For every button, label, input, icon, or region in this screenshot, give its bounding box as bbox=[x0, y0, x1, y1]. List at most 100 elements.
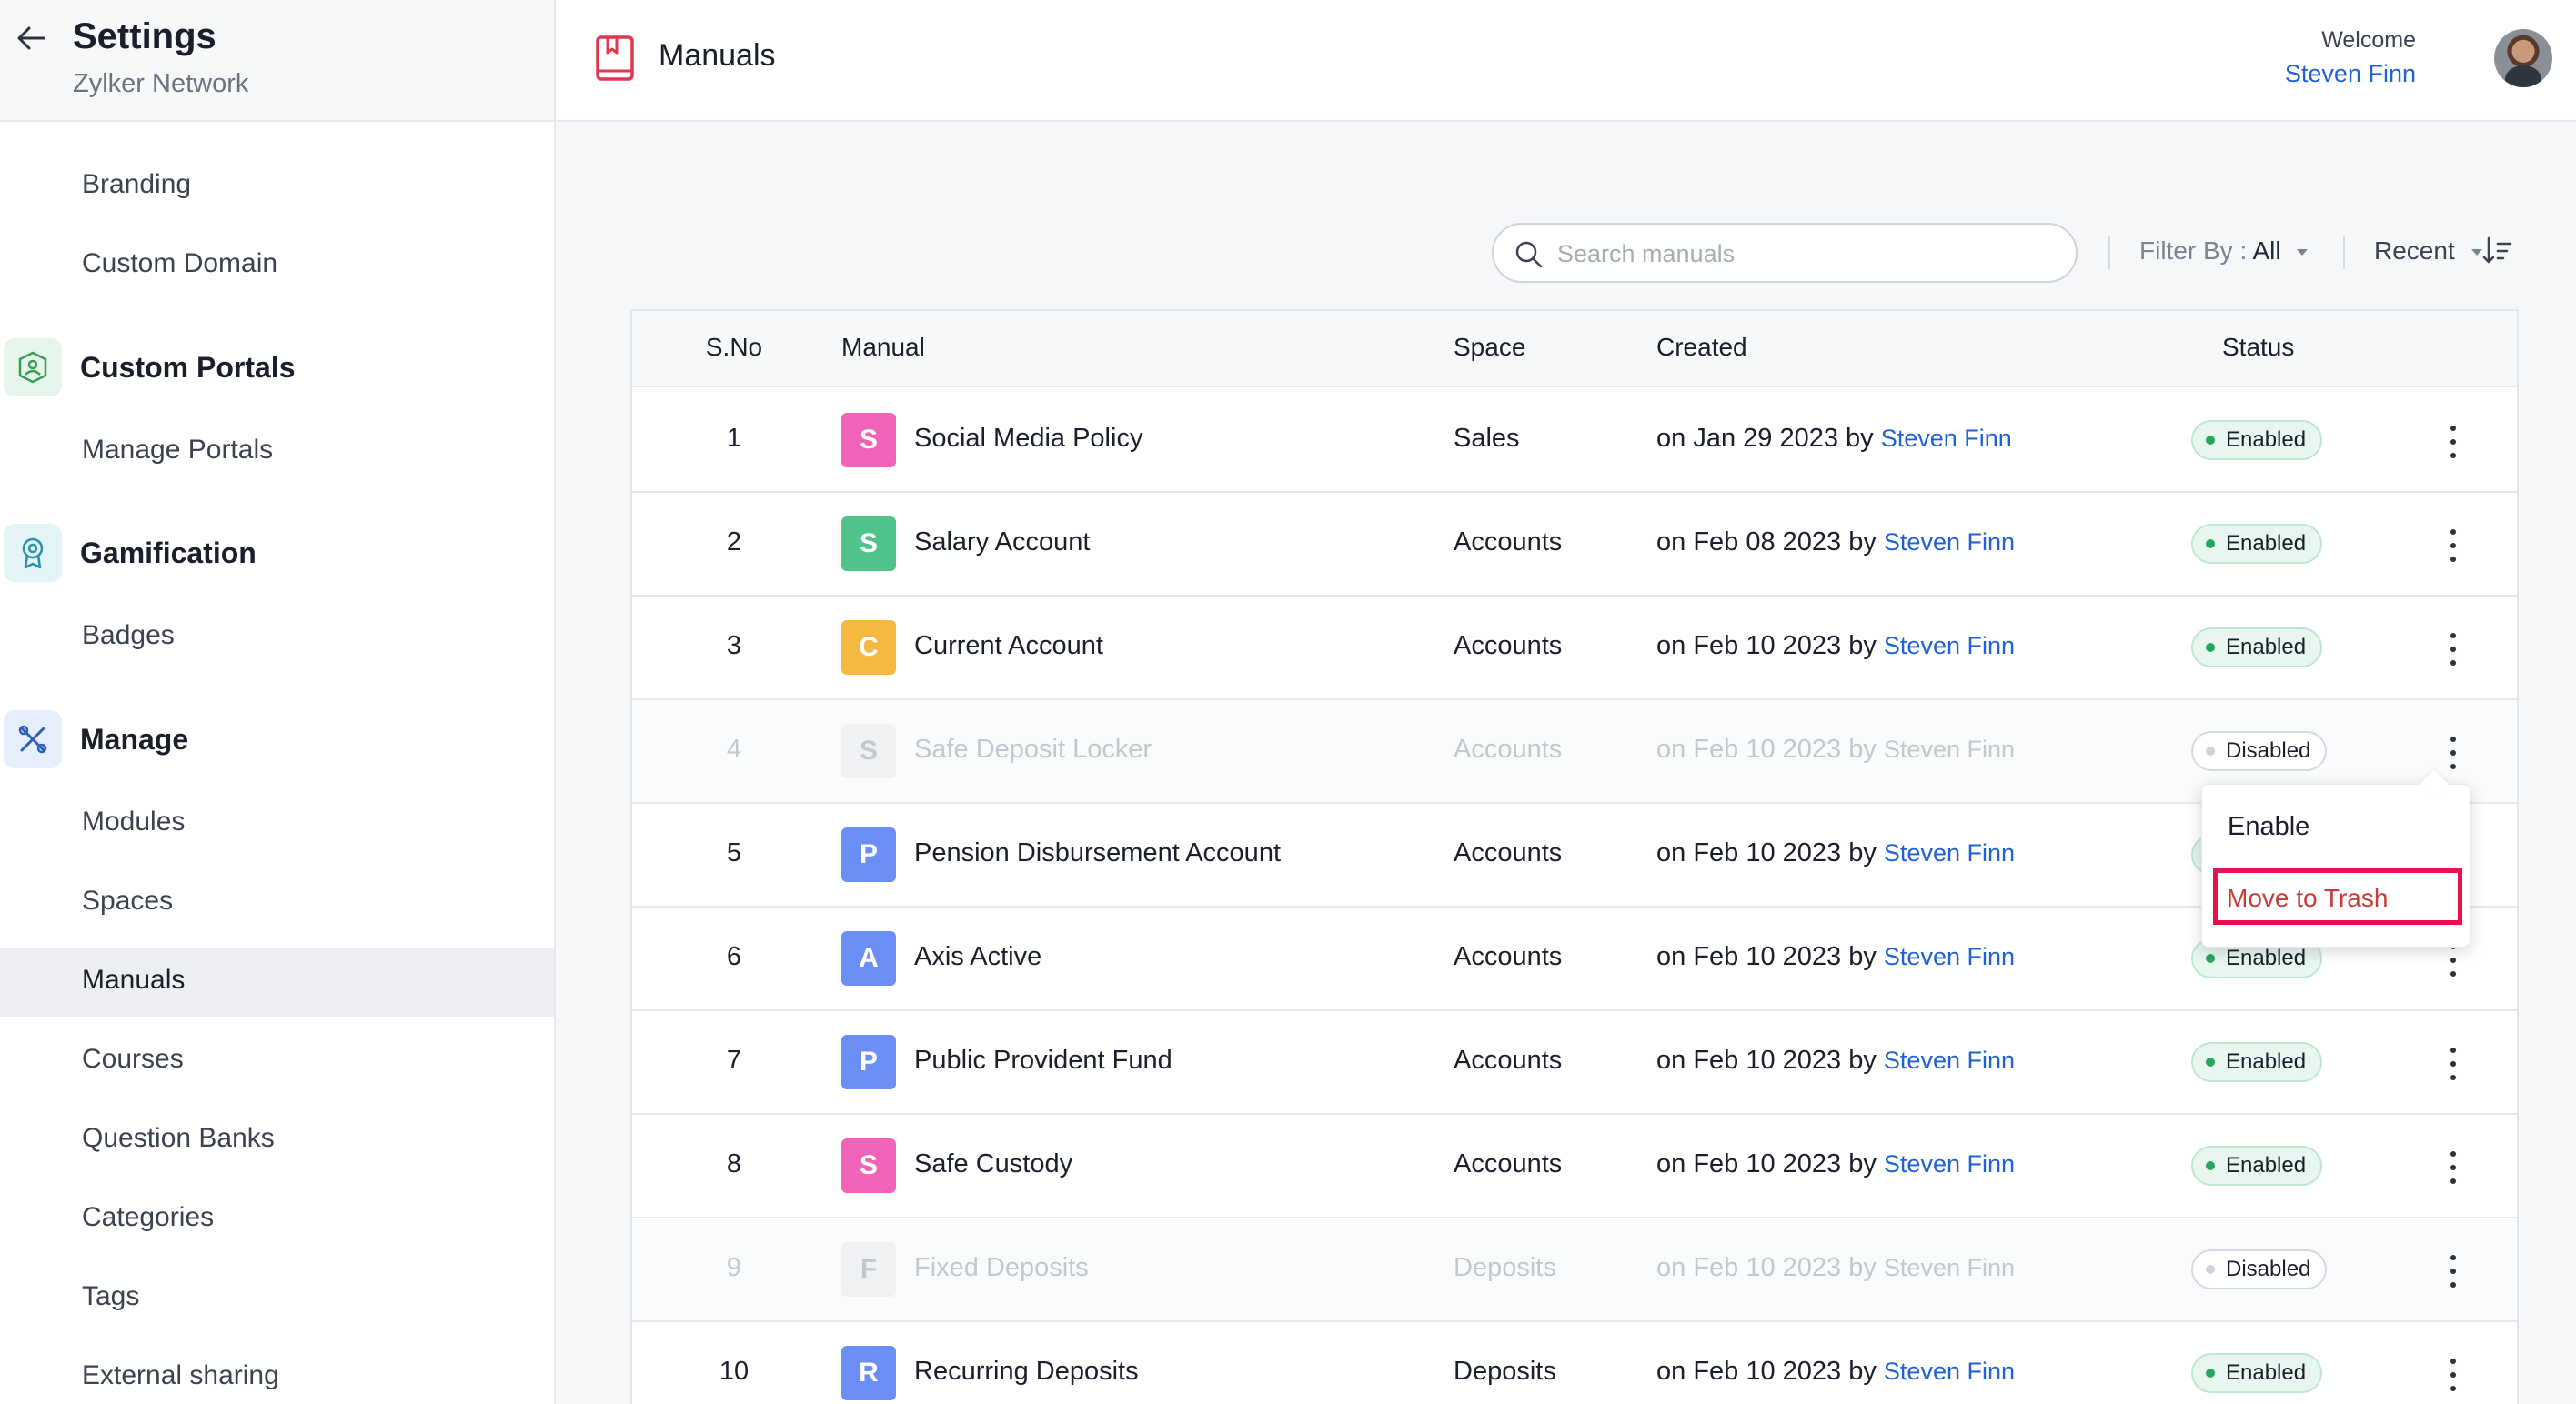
manual-space: Accounts bbox=[1454, 735, 1563, 764]
chevron-down-icon bbox=[2297, 249, 2309, 256]
manual-initial-badge: S bbox=[841, 1138, 896, 1193]
status-badge: Enabled bbox=[2191, 420, 2323, 460]
created-date: on Feb 10 2023 by bbox=[1656, 631, 1877, 660]
menu-item-enable[interactable]: Enable bbox=[2228, 812, 2309, 842]
status-label: Enabled bbox=[2226, 1360, 2307, 1385]
more-options-icon[interactable] bbox=[2442, 1149, 2464, 1186]
created-by-link[interactable]: Steven Finn bbox=[1884, 1254, 2015, 1281]
toolbar-divider bbox=[2108, 236, 2110, 269]
status-badge: Disabled bbox=[2191, 731, 2328, 771]
manual-created: on Feb 10 2023 by Steven Finn bbox=[1656, 838, 2015, 868]
manual-created: on Feb 10 2023 by Steven Finn bbox=[1656, 1357, 2015, 1387]
sort-dropdown[interactable]: Recent bbox=[2374, 236, 2482, 266]
sidebar-item-manage-portals[interactable]: Manage Portals bbox=[82, 435, 273, 466]
manual-space: Accounts bbox=[1454, 1149, 1563, 1178]
row-sno: 9 bbox=[726, 1253, 742, 1282]
more-options-icon[interactable] bbox=[2442, 527, 2464, 564]
manual-name[interactable]: Fixed Deposits bbox=[914, 1253, 1089, 1283]
manual-space: Accounts bbox=[1454, 631, 1563, 660]
row-sno: 2 bbox=[726, 527, 742, 557]
created-by-link[interactable]: Steven Finn bbox=[1884, 1358, 2015, 1385]
sidebar-item-manuals[interactable]: Manuals bbox=[82, 965, 185, 996]
created-date: on Feb 08 2023 by bbox=[1656, 527, 1877, 557]
manual-created: on Feb 10 2023 by Steven Finn bbox=[1656, 631, 2015, 661]
sidebar-item-courses[interactable]: Courses bbox=[82, 1044, 184, 1075]
sidebar-section-manage: Manage bbox=[0, 710, 556, 774]
created-date: on Feb 10 2023 by bbox=[1656, 942, 1877, 971]
created-by-link[interactable]: Steven Finn bbox=[1884, 528, 2015, 556]
row-sno: 6 bbox=[726, 942, 742, 971]
sidebar-header: Settings Zylker Network bbox=[0, 0, 554, 122]
status-badge: Enabled bbox=[2191, 1146, 2323, 1186]
status-dot-icon bbox=[2206, 1161, 2215, 1170]
manual-name[interactable]: Safe Deposit Locker bbox=[914, 735, 1152, 765]
manual-name[interactable]: Public Provident Fund bbox=[914, 1046, 1172, 1076]
table-row[interactable]: 1 S Social Media Policy Sales on Jan 29 2023… bbox=[632, 389, 2517, 493]
sidebar-item-external-sharing[interactable]: External sharing bbox=[82, 1360, 279, 1391]
created-by-link[interactable]: Steven Finn bbox=[1884, 839, 2015, 867]
created-by-link[interactable]: Steven Finn bbox=[1881, 425, 2012, 452]
table-header: S.No Manual Space Created Status bbox=[632, 311, 2517, 387]
table-row[interactable]: 10 R Recurring Deposits Deposits on Feb 10 2… bbox=[632, 1322, 2517, 1404]
sidebar-item-branding[interactable]: Branding bbox=[82, 169, 191, 200]
created-by-link[interactable]: Steven Finn bbox=[1884, 1047, 2015, 1074]
more-options-icon[interactable] bbox=[2442, 1357, 2464, 1393]
menu-item-move-to-trash[interactable]: Move to Trash bbox=[2213, 868, 2462, 925]
welcome-label: Welcome bbox=[2321, 27, 2416, 53]
more-options-icon[interactable] bbox=[2442, 631, 2464, 667]
user-avatar[interactable] bbox=[2494, 29, 2552, 87]
manual-name[interactable]: Axis Active bbox=[914, 942, 1041, 972]
sort-order-icon[interactable] bbox=[2481, 235, 2514, 267]
sidebar-item-tags[interactable]: Tags bbox=[82, 1281, 139, 1312]
table-row[interactable]: 7 P Public Provident Fund Accounts on Feb 10… bbox=[632, 1011, 2517, 1115]
more-options-icon[interactable] bbox=[2442, 1253, 2464, 1289]
status-dot-icon bbox=[2206, 643, 2215, 652]
user-name-link[interactable]: Steven Finn bbox=[2285, 60, 2416, 88]
status-label: Enabled bbox=[2226, 531, 2307, 556]
manual-created: on Jan 29 2023 by Steven Finn bbox=[1656, 424, 2012, 454]
more-options-icon[interactable] bbox=[2442, 942, 2464, 978]
manual-name[interactable]: Salary Account bbox=[914, 527, 1090, 557]
sidebar-item-question-banks[interactable]: Question Banks bbox=[82, 1123, 275, 1154]
manual-space: Sales bbox=[1454, 424, 1520, 453]
back-arrow-icon[interactable] bbox=[13, 20, 49, 56]
manual-name[interactable]: Current Account bbox=[914, 631, 1103, 661]
manual-created: on Feb 08 2023 by Steven Finn bbox=[1656, 527, 2015, 557]
created-date: on Feb 10 2023 by bbox=[1656, 1253, 1877, 1282]
table-row[interactable]: 3 C Current Account Accounts on Feb 10 2023 … bbox=[632, 597, 2517, 700]
table-row[interactable]: 9 F Fixed Deposits Deposits on Feb 10 2023 b… bbox=[632, 1218, 2517, 1322]
more-options-icon[interactable] bbox=[2442, 1046, 2464, 1082]
sidebar-section-label: Manage bbox=[80, 723, 189, 756]
filter-dropdown[interactable]: Filter By : All bbox=[2139, 236, 2309, 266]
sort-label: Recent bbox=[2374, 236, 2455, 265]
sidebar-item-modules[interactable]: Modules bbox=[82, 807, 185, 837]
more-options-icon[interactable] bbox=[2442, 735, 2464, 771]
status-badge: Enabled bbox=[2191, 627, 2323, 667]
created-by-link[interactable]: Steven Finn bbox=[1884, 632, 2015, 659]
sidebar-item-custom-domain[interactable]: Custom Domain bbox=[82, 248, 277, 279]
status-label: Enabled bbox=[2226, 946, 2307, 970]
status-dot-icon bbox=[2206, 436, 2215, 445]
manual-name[interactable]: Pension Disbursement Account bbox=[914, 838, 1281, 868]
sidebar-section-custom-portals: Custom Portals bbox=[0, 338, 556, 402]
portal-icon bbox=[4, 338, 62, 396]
status-label: Enabled bbox=[2226, 635, 2307, 659]
manual-name[interactable]: Social Media Policy bbox=[914, 424, 1142, 454]
sidebar-item-spaces[interactable]: Spaces bbox=[82, 886, 173, 917]
table-row[interactable]: 2 S Salary Account Accounts on Feb 08 2023 b… bbox=[632, 493, 2517, 597]
sidebar-item-categories[interactable]: Categories bbox=[82, 1202, 214, 1233]
filter-label: Filter By : bbox=[2139, 236, 2248, 265]
manual-book-icon bbox=[596, 35, 634, 81]
created-by-link[interactable]: Steven Finn bbox=[1884, 943, 2015, 970]
status-label: Disabled bbox=[2226, 738, 2311, 763]
sidebar-item-badges[interactable]: Badges bbox=[82, 620, 175, 651]
manual-initial-badge: P bbox=[841, 827, 896, 882]
search-input[interactable] bbox=[1557, 234, 2048, 274]
table-row[interactable]: 8 S Safe Custody Accounts on Feb 10 2023 by … bbox=[632, 1115, 2517, 1218]
manual-name[interactable]: Safe Custody bbox=[914, 1149, 1072, 1179]
created-by-link[interactable]: Steven Finn bbox=[1884, 736, 2015, 763]
manual-created: on Feb 10 2023 by Steven Finn bbox=[1656, 942, 2015, 972]
more-options-icon[interactable] bbox=[2442, 424, 2464, 460]
manual-name[interactable]: Recurring Deposits bbox=[914, 1357, 1139, 1387]
created-by-link[interactable]: Steven Finn bbox=[1884, 1150, 2015, 1178]
